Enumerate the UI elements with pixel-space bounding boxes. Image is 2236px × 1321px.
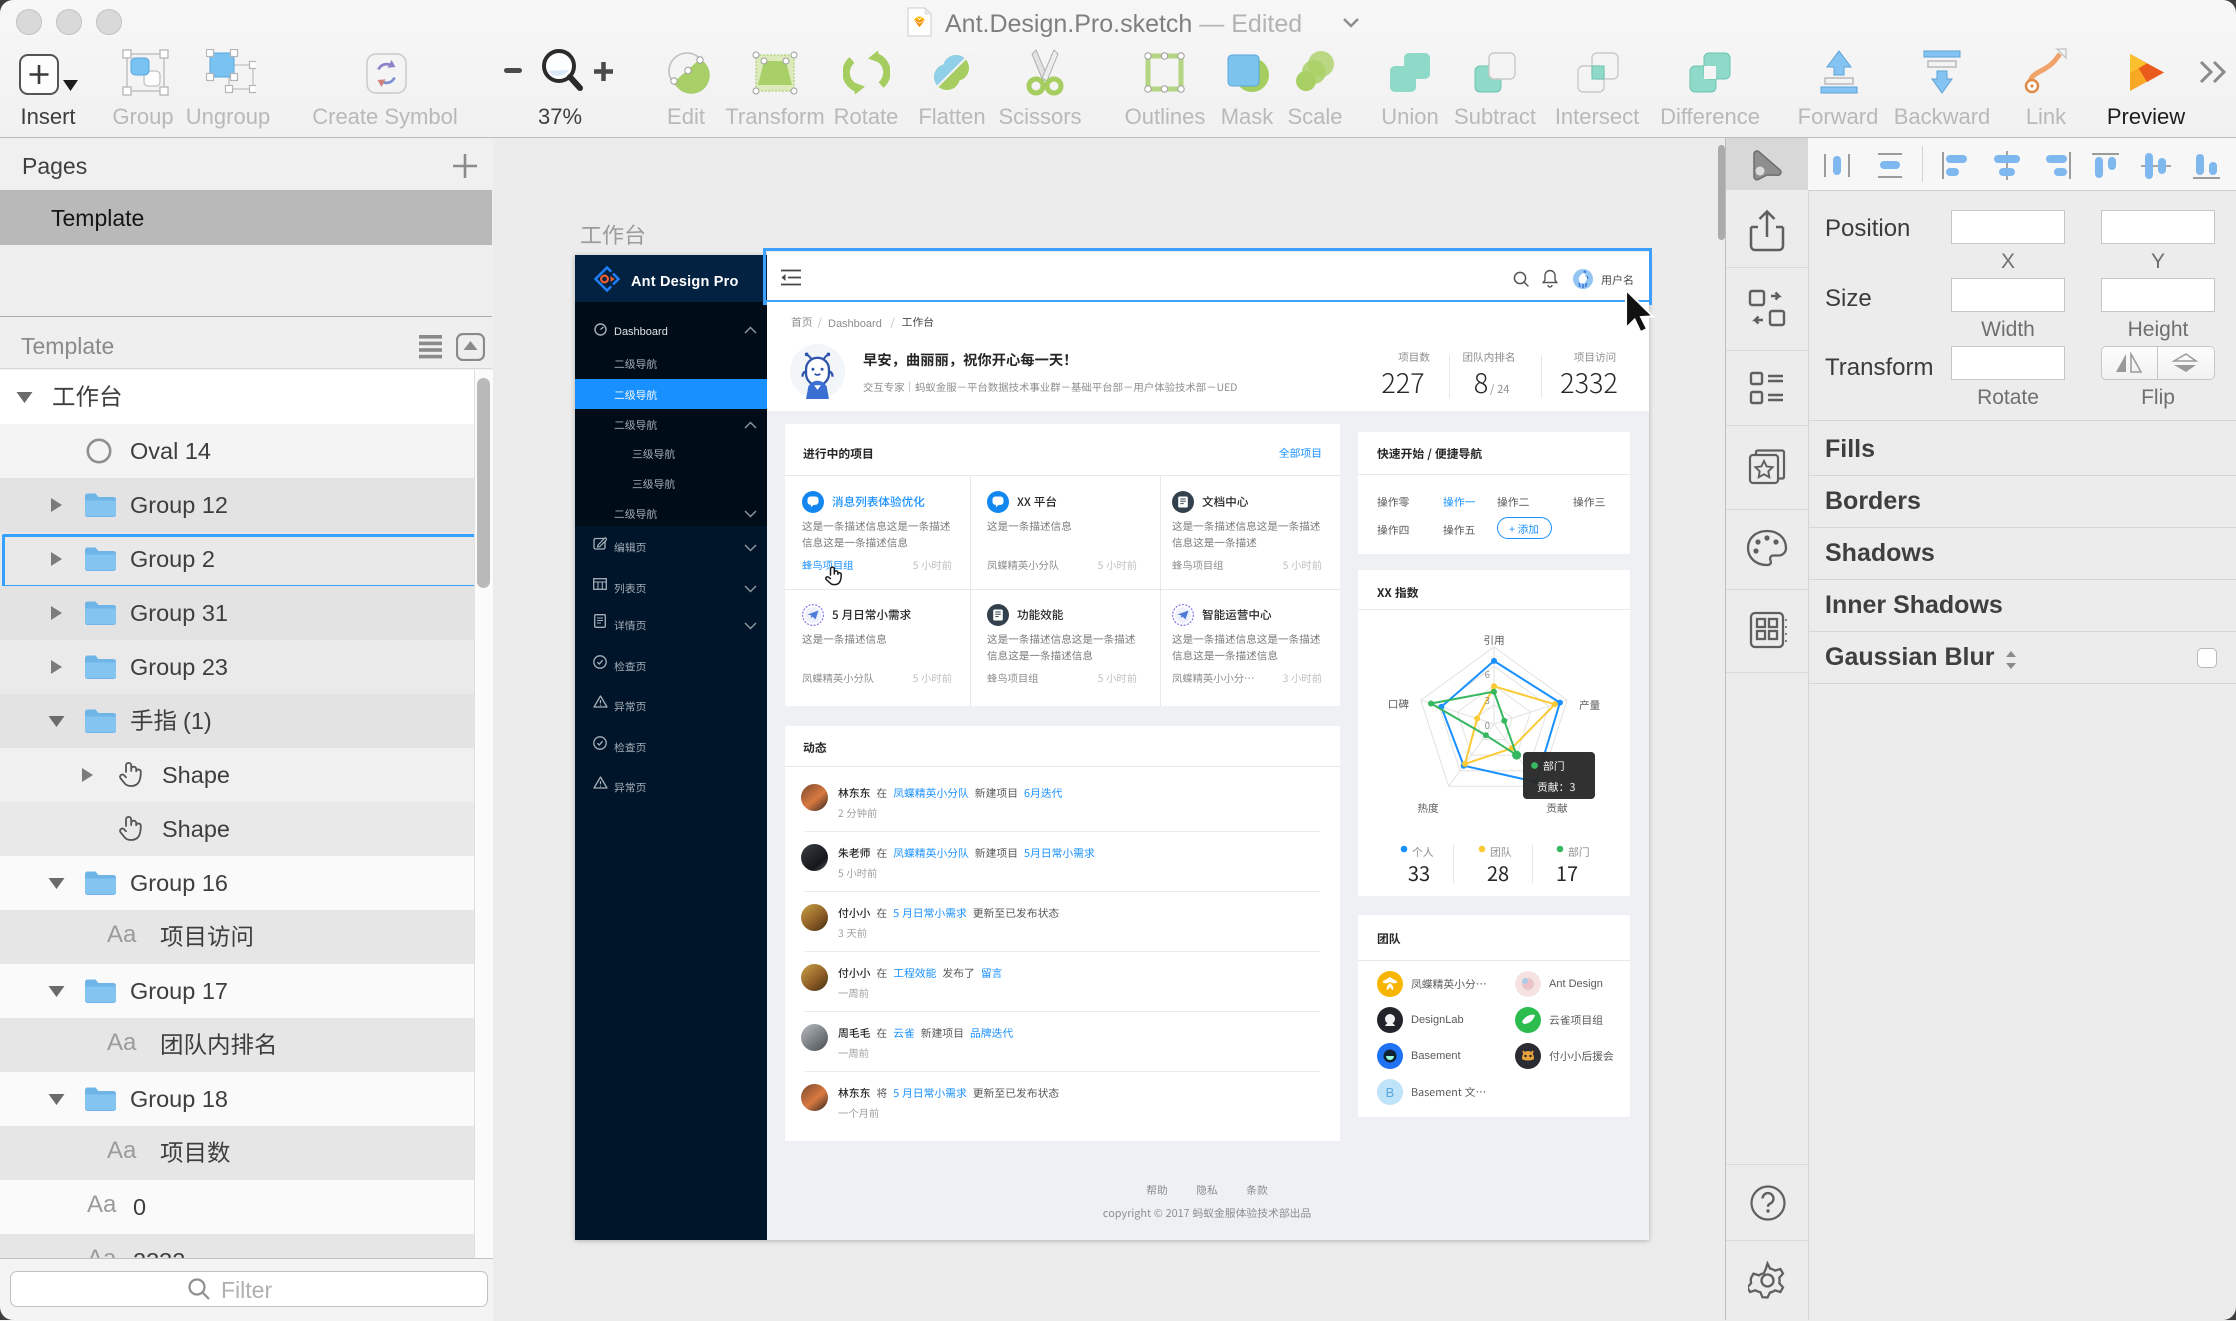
svg-text:B: B bbox=[1386, 1085, 1395, 1100]
